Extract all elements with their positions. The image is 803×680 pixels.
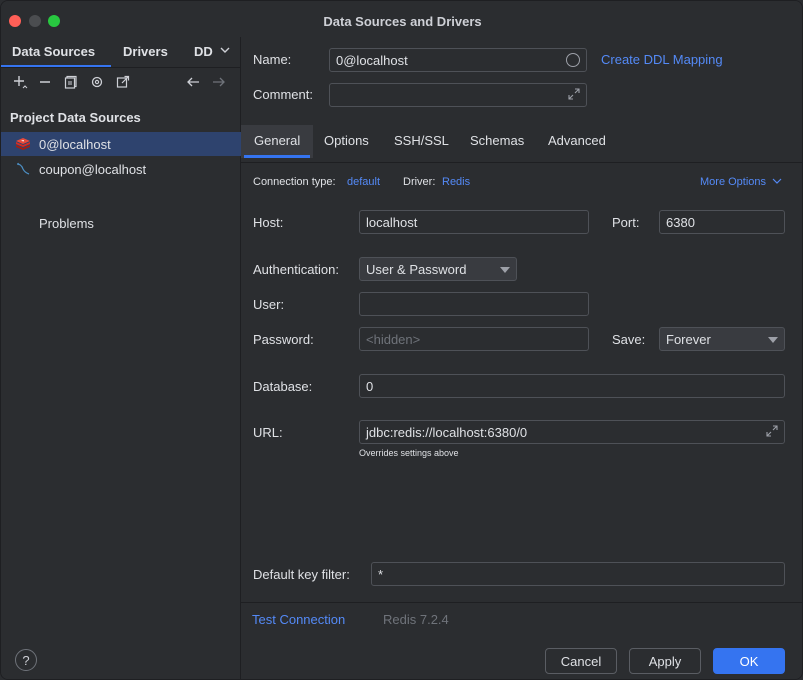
connection-type-label: Connection type: (253, 176, 336, 188)
driver-link[interactable]: Redis (442, 176, 470, 188)
url-hint: Overrides settings above (359, 448, 459, 458)
comment-label: Comment: (253, 87, 313, 102)
test-connection-link[interactable]: Test Connection (252, 612, 345, 627)
chevron-down-icon (772, 178, 782, 184)
name-label: Name: (253, 52, 292, 67)
password-placeholder: <hidden> (366, 331, 421, 347)
dropdown-caret-icon (500, 267, 510, 273)
authentication-select[interactable]: User & Password (359, 257, 517, 281)
color-circle-icon[interactable] (566, 53, 580, 67)
remove-icon[interactable] (36, 73, 54, 91)
comment-input[interactable] (329, 83, 587, 107)
forward-arrow-icon[interactable] (210, 73, 228, 91)
data-source-item-coupon-localhost[interactable]: coupon@localhost (1, 157, 241, 181)
duplicate-icon[interactable] (62, 73, 80, 91)
authentication-label: Authentication: (253, 262, 340, 277)
password-input[interactable]: <hidden> (359, 327, 589, 351)
more-options-link[interactable]: More Options (700, 176, 782, 188)
more-options-label: More Options (700, 176, 767, 188)
user-input[interactable] (359, 292, 589, 316)
ok-button[interactable]: OK (713, 648, 785, 674)
save-value: Forever (666, 331, 711, 347)
minimize-window-button[interactable] (29, 15, 41, 27)
footer-divider (241, 602, 802, 603)
help-button[interactable]: ? (15, 649, 37, 671)
port-value: 6380 (666, 214, 695, 230)
cancel-button[interactable]: Cancel (545, 648, 617, 674)
default-key-filter-value: * (378, 566, 384, 582)
name-value: 0@localhost (336, 52, 408, 68)
tabs-divider (241, 162, 802, 163)
create-ddl-mapping-link[interactable]: Create DDL Mapping (601, 52, 723, 67)
password-label: Password: (253, 332, 314, 347)
host-value: localhost (366, 214, 418, 230)
save-select[interactable]: Forever (659, 327, 785, 351)
window-title: Data Sources and Drivers (323, 13, 482, 29)
default-key-filter-input[interactable]: * (371, 562, 785, 586)
redis-icon (15, 136, 31, 152)
port-input[interactable]: 6380 (659, 210, 785, 234)
dropdown-caret-icon (768, 337, 778, 343)
chevron-down-icon[interactable] (219, 44, 231, 59)
maximize-window-button[interactable] (48, 15, 60, 27)
data-source-label: coupon@localhost (39, 161, 147, 177)
mysql-dolphin-icon (15, 161, 31, 177)
url-label: URL: (253, 425, 283, 440)
tab-options[interactable]: Options (324, 133, 369, 148)
database-label: Database: (253, 379, 313, 394)
tab-data-sources[interactable]: Data Sources (12, 44, 95, 59)
open-external-icon[interactable] (114, 73, 132, 91)
settings-gear-icon[interactable] (88, 73, 106, 91)
data-sources-dialog: Data Sources and Drivers Data Sources Dr… (0, 0, 803, 680)
connection-type-link[interactable]: default (347, 176, 380, 188)
project-data-sources-heading: Project Data Sources (10, 110, 141, 125)
tab-general[interactable]: General (254, 133, 300, 148)
port-label: Port: (612, 215, 640, 230)
apply-button[interactable]: Apply (629, 648, 701, 674)
expand-icon[interactable] (568, 88, 580, 103)
save-label: Save: (612, 332, 646, 347)
server-version-text: Redis 7.2.4 (383, 612, 449, 627)
sidebar-tabs-divider (1, 67, 241, 68)
add-icon[interactable] (11, 73, 29, 91)
database-value: 0 (366, 378, 374, 394)
settings-tabs: General Options SSH/SSL Schemas Advanced (241, 125, 802, 161)
url-value: jdbc:redis://localhost:6380/0 (366, 424, 528, 440)
problems-item[interactable]: Problems (39, 216, 94, 231)
title-bar: Data Sources and Drivers (1, 1, 802, 41)
expand-icon[interactable] (766, 425, 778, 440)
data-source-settings-panel: Name: 0@localhost Create DDL Mapping Com… (241, 37, 802, 679)
sidebar: Data Sources Drivers DD Project Data Sou… (1, 37, 241, 679)
url-input[interactable]: jdbc:redis://localhost:6380/0 (359, 420, 785, 444)
back-arrow-icon[interactable] (184, 73, 202, 91)
host-label: Host: (253, 215, 284, 230)
close-window-button[interactable] (9, 15, 21, 27)
data-source-item-0-localhost[interactable]: 0@localhost (1, 132, 241, 156)
database-input[interactable]: 0 (359, 374, 785, 398)
data-source-label: 0@localhost (39, 136, 111, 152)
active-tab-indicator (244, 155, 310, 158)
tab-ssh-ssl[interactable]: SSH/SSL (394, 133, 449, 148)
tab-advanced[interactable]: Advanced (548, 133, 606, 148)
driver-label: Driver: (403, 176, 436, 188)
authentication-value: User & Password (366, 261, 467, 277)
host-input[interactable]: localhost (359, 210, 589, 234)
tab-ddl[interactable]: DD (194, 44, 213, 59)
tab-schemas[interactable]: Schemas (470, 133, 524, 148)
user-label: User: (253, 297, 285, 312)
name-input[interactable]: 0@localhost (329, 48, 587, 72)
default-key-filter-label: Default key filter: (253, 567, 350, 582)
tab-drivers[interactable]: Drivers (123, 44, 168, 59)
